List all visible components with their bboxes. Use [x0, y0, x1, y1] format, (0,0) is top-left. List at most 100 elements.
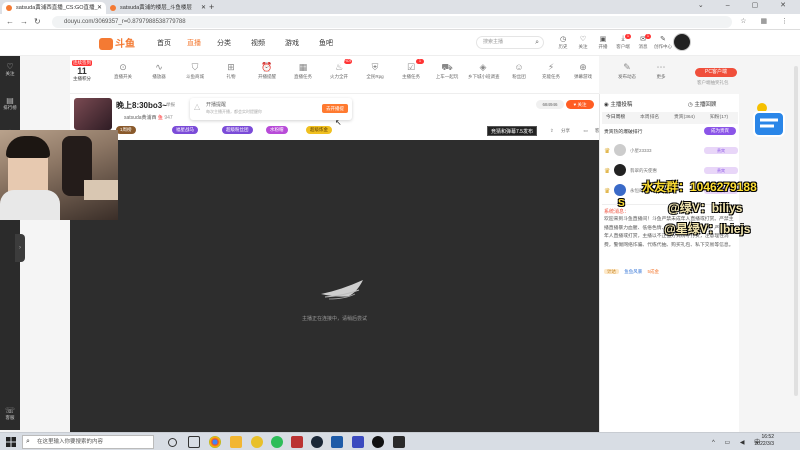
start-stream-button[interactable]: ▣ 开播: [593, 35, 613, 50]
bell-icon: △: [194, 102, 201, 111]
streamer-name[interactable]: satsuda黄浦西 鱼 947: [124, 114, 173, 121]
steam-icon[interactable]: [311, 436, 323, 448]
app-dark-icon[interactable]: [393, 436, 405, 448]
rank-row[interactable]: ♛ 翡翠的天使惠 贵宾: [604, 164, 738, 178]
tab-weekly[interactable]: 本周排名: [640, 112, 659, 124]
activity-item[interactable]: ⚡ 充能任务: [536, 62, 566, 80]
browser-tab-1[interactable]: satsuda黄浦的楼层_斗鱼楼层 ✕: [106, 2, 210, 14]
search-input[interactable]: 搜索主播 ⌕: [476, 36, 544, 49]
new-tab-icon[interactable]: +: [209, 2, 214, 12]
activity-label: 礼物: [226, 74, 236, 79]
cortana-icon[interactable]: [168, 438, 177, 447]
activity-item[interactable]: ⛉ 斗鱼商城: [180, 62, 210, 80]
task-view-icon[interactable]: [188, 436, 200, 448]
activity-item[interactable]: ⏰ 开播提醒: [252, 62, 282, 80]
activity-item[interactable]: ⊕ 弹幕游戏: [568, 62, 598, 80]
reminder-button[interactable]: 去开播提: [322, 104, 348, 113]
douyu-logo[interactable]: 斗鱼: [99, 35, 135, 51]
user-avatar[interactable]: [673, 33, 691, 51]
folder-icon[interactable]: [230, 436, 242, 448]
nav-video[interactable]: 视频: [251, 38, 265, 48]
contribution-title[interactable]: ◉ 主播投稿: [604, 100, 632, 108]
bolt-icon: ⚡: [547, 62, 555, 72]
messages-button[interactable]: ✉ 1 消息: [633, 34, 653, 50]
nav-game[interactable]: 游戏: [285, 38, 299, 48]
rank-row[interactable]: ♛ 小星23333 贵宾: [604, 144, 738, 158]
client-button[interactable]: ⤓ 1 客户端: [613, 34, 633, 50]
taskbar-clock[interactable]: 16:52 2022/3/3: [748, 434, 774, 448]
tab-fans[interactable]: 知粉(17): [710, 112, 728, 124]
pc-client-button[interactable]: PC客户端: [695, 68, 737, 77]
camera-icon: ▣: [599, 36, 607, 43]
page-scrollbar[interactable]: [794, 66, 798, 396]
nav-live[interactable]: 直播: [187, 38, 201, 48]
activity-item[interactable]: ♨ HOT 火力全开: [324, 59, 354, 80]
ad-badge-icon[interactable]: [750, 100, 788, 142]
system-label: 系统消息：: [604, 209, 630, 215]
wechat-icon[interactable]: [271, 436, 283, 448]
activity-item[interactable]: ☑ 1 主播任务: [396, 59, 426, 80]
sidebar-item-rank[interactable]: ▤ 排行榜: [0, 96, 20, 111]
activity-item[interactable]: ⋯ 更多: [646, 62, 676, 80]
nav-home[interactable]: 首页: [157, 38, 171, 48]
search-icon[interactable]: ⌕: [535, 37, 539, 48]
activity-item[interactable]: ☺ 粉丝团: [504, 62, 534, 80]
chrome-icon[interactable]: [209, 436, 221, 448]
pill-badge[interactable]: 超级炼金: [306, 126, 332, 134]
pill-badge[interactable]: 超级粉丝团: [222, 126, 253, 134]
guess-button[interactable]: 竞猜和弹幕7.5发布: [487, 126, 537, 136]
url-field[interactable]: douyu.com/3069357_r=0.8797988538779788: [52, 16, 732, 28]
sidebar-item-follow[interactable]: ♡ 关注: [0, 62, 20, 77]
reload-icon[interactable]: ↻: [34, 17, 41, 26]
app-indigo-icon[interactable]: [352, 436, 364, 448]
browser-tab-0[interactable]: satsuda黄浦西直播_CS:GO直播_ ✕: [2, 2, 106, 14]
activity-item[interactable]: ✎ 发布动态: [612, 62, 642, 80]
rank-name: 小星23333: [630, 148, 652, 153]
video-player[interactable]: 主播正在连接中，请稍后尝试: [70, 140, 599, 432]
nav-yuba[interactable]: 鱼吧: [319, 38, 333, 48]
creator-center-button[interactable]: ✎ 创作中心: [653, 35, 673, 50]
app-blue-icon[interactable]: [331, 436, 343, 448]
sidebar-expand-icon[interactable]: ›: [15, 234, 25, 262]
history-label: 历史: [558, 44, 568, 49]
back-icon[interactable]: ←: [6, 17, 14, 26]
browser-toolbar-icons[interactable]: ☆ ▦ ⋮: [740, 17, 794, 25]
streamer-avatar[interactable]: [74, 98, 112, 130]
nav-category[interactable]: 分类: [217, 38, 231, 48]
windows-start-icon[interactable]: [6, 437, 16, 447]
activity-item[interactable]: ∿ 播放器: [144, 62, 174, 80]
tab-daily[interactable]: 今日周榜: [606, 112, 625, 124]
pill-badge[interactable]: 福星战马: [172, 126, 198, 134]
more-icon: ⋯: [656, 62, 666, 72]
sign-in-badge[interactable]: 连续签到 11 主播积分: [70, 60, 94, 82]
close-icon[interactable]: ✕: [97, 2, 102, 14]
activity-item[interactable]: ⊞ 礼物: [216, 62, 246, 80]
activity-item[interactable]: ▦ 直播任务: [288, 62, 318, 80]
pill-badge[interactable]: 水粉帽: [266, 126, 288, 134]
activity-item[interactable]: ◈ 乡下城小班调查: [468, 62, 500, 80]
activity-item[interactable]: ⊙ 直播开关: [108, 62, 138, 80]
forward-icon[interactable]: →: [20, 17, 28, 26]
become-vip-button[interactable]: 成为贵宾: [704, 127, 736, 135]
sidebar-item-support[interactable]: ☏ 客服: [0, 406, 20, 421]
follow-list-button[interactable]: ♡ 关注: [573, 35, 593, 50]
history-button[interactable]: ◷ 历史: [553, 35, 573, 50]
follow-button[interactable]: ♥ 关注: [566, 100, 594, 109]
app-yellow-icon[interactable]: [251, 436, 263, 448]
window-controls[interactable]: ⌄ – ▢ ✕: [698, 1, 796, 9]
taskbar-search-input[interactable]: ⌕ 在这里输入你要搜索的内容: [22, 435, 154, 449]
app-red-icon[interactable]: [291, 436, 303, 448]
close-icon[interactable]: ✕: [201, 2, 206, 14]
review-title[interactable]: ◷ 主播回顾: [688, 100, 716, 108]
activity-item[interactable]: ⛟ 上车一起玩: [432, 62, 462, 80]
pill-badge[interactable]: 1周榜: [116, 126, 136, 134]
obs-icon[interactable]: [372, 436, 384, 448]
chat-tag: 计达: [604, 269, 619, 274]
share-button[interactable]: ⇪ 分享: [550, 128, 576, 133]
activity-label: 乡下城小班调查: [468, 74, 500, 79]
activity-label: 上车一起玩: [435, 74, 459, 79]
report-link[interactable]: 举报: [166, 102, 175, 108]
chat-user[interactable]: 鱼鱼风暴: [624, 269, 642, 274]
activity-item[interactable]: ⛨ 全民Rpg: [360, 62, 390, 80]
tab-vip[interactable]: 贵宾(364): [674, 112, 695, 124]
